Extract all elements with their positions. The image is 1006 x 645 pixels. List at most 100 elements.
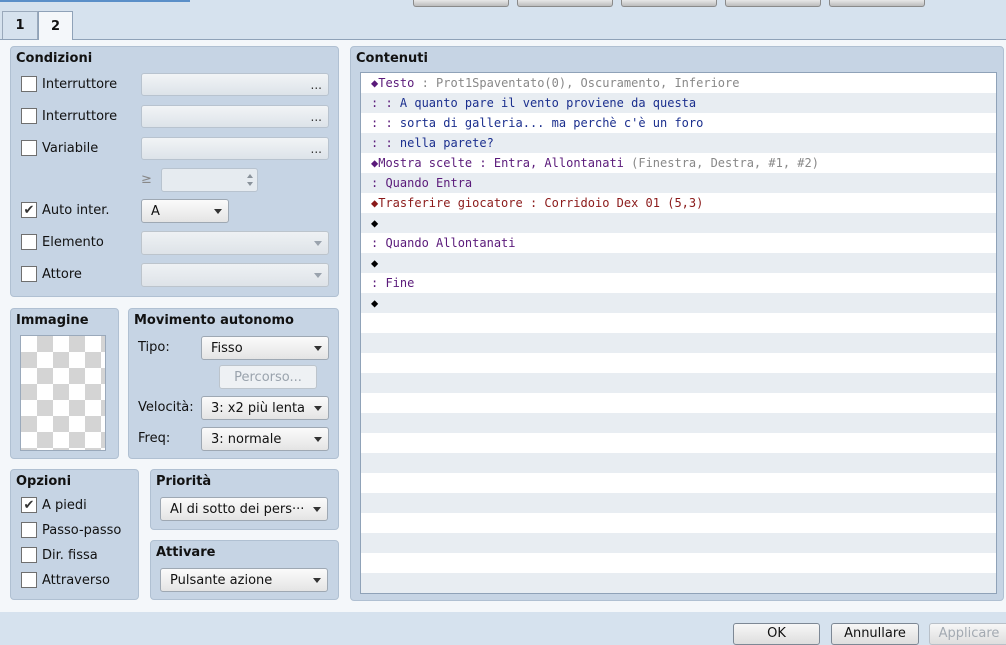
- trigger-select[interactable]: Pulsante azione: [160, 568, 328, 592]
- item-label: Elemento: [42, 234, 104, 250]
- actor-label: Attore: [42, 266, 82, 282]
- variable-label: Variabile: [42, 140, 99, 156]
- command-line[interactable]: ◆Testo : Prot1Spaventato(0), Oscuramento…: [371, 73, 739, 93]
- chevron-down-icon: [313, 578, 321, 583]
- actor-select[interactable]: [141, 263, 329, 287]
- autonomous-movement-group: Movimento autonomo Tipo: Fisso Percorso.…: [128, 308, 339, 459]
- command-segment: A quanto pare il vento proviene da quest…: [399, 96, 697, 110]
- event-command-list[interactable]: ◆Testo : Prot1Spaventato(0), Oscuramento…: [360, 72, 997, 594]
- speed-select[interactable]: 3: x2 più lenta: [201, 396, 329, 420]
- switch1-field[interactable]: ...: [141, 73, 329, 96]
- chevron-down-icon: [214, 209, 222, 214]
- command-line[interactable]: : : A quanto pare il vento proviene da q…: [371, 93, 696, 113]
- type-select[interactable]: Fisso: [201, 336, 329, 360]
- self-switch-label: Auto inter.: [42, 202, 110, 218]
- top-toolbar-button[interactable]: [517, 0, 613, 7]
- command-segment: Entra, Allontanati: [493, 156, 624, 170]
- top-toolbar-button[interactable]: [621, 0, 717, 7]
- self-switch-select[interactable]: A: [141, 199, 229, 223]
- stepping-checkbox[interactable]: [21, 522, 37, 538]
- command-line[interactable]: ◆: [371, 213, 378, 233]
- switch2-field[interactable]: ...: [141, 105, 329, 128]
- command-segment: :: [472, 156, 494, 170]
- command-line[interactable]: ◆: [371, 293, 378, 313]
- trigger-value: Pulsante azione: [170, 572, 273, 588]
- priority-group: Priorità Al di sotto dei pers···: [150, 469, 339, 530]
- walking-label: A piedi: [42, 497, 87, 513]
- command-line[interactable]: : : sorta di galleria... ma perchè c'è u…: [371, 113, 703, 133]
- chevron-down-icon: [314, 346, 322, 351]
- command-segment: : Quando Allontanati: [371, 236, 516, 250]
- item-checkbox[interactable]: [21, 234, 37, 250]
- command-line[interactable]: ◆: [371, 253, 378, 273]
- contents-title: Contenuti: [356, 51, 428, 66]
- tab-page-1[interactable]: 1: [2, 11, 38, 39]
- type-value: Fisso: [211, 340, 243, 356]
- command-line[interactable]: : Quando Entra: [371, 173, 472, 193]
- direction-fix-checkbox[interactable]: [21, 547, 37, 563]
- image-preview[interactable]: [20, 335, 106, 451]
- walking-checkbox[interactable]: ✔: [21, 497, 37, 513]
- variable-value-spinner[interactable]: [161, 168, 258, 192]
- command-segment: : :: [371, 96, 400, 110]
- spin-up-icon[interactable]: [247, 174, 253, 178]
- direction-fix-label: Dir. fissa: [42, 547, 98, 563]
- command-line[interactable]: ◆Mostra scelte : Entra, Allontanati (Fin…: [371, 153, 819, 173]
- image-group: Immagine: [10, 308, 119, 459]
- through-label: Attraverso: [42, 572, 110, 588]
- top-toolbar-button[interactable]: [413, 0, 509, 7]
- chevron-down-icon: [314, 241, 322, 246]
- top-tab-indicator: [0, 0, 190, 2]
- variable-checkbox[interactable]: [21, 140, 37, 156]
- command-segment: sorta di galleria... ma perchè c'è un fo…: [399, 116, 704, 130]
- command-segment: (Finestra, Destra, #1, #2): [623, 156, 819, 170]
- command-line[interactable]: : Quando Allontanati: [371, 233, 516, 253]
- route-button[interactable]: Percorso...: [219, 365, 317, 389]
- cancel-button[interactable]: Annullare: [831, 623, 919, 645]
- contents-group: Contenuti ◆Testo : Prot1Spaventato(0), O…: [350, 46, 1004, 601]
- options-title: Opzioni: [16, 474, 72, 489]
- trigger-group: Attivare Pulsante azione: [150, 540, 339, 600]
- command-segment: ◆Trasferire giocatore: [371, 196, 523, 210]
- chevron-down-icon: [314, 406, 322, 411]
- command-segment: : :: [371, 136, 400, 150]
- through-checkbox[interactable]: [21, 572, 37, 588]
- ellipsis-icon: ...: [310, 77, 322, 92]
- chevron-down-icon: [314, 437, 322, 442]
- command-segment: Prot1Spaventato(0), Oscuramento, Inferio…: [436, 76, 740, 90]
- command-line[interactable]: : : nella parete?: [371, 133, 494, 153]
- command-line[interactable]: : Fine: [371, 273, 414, 293]
- actor-checkbox[interactable]: [21, 266, 37, 282]
- tab-page-2[interactable]: 2: [38, 11, 73, 40]
- command-segment: :: [522, 196, 545, 210]
- priority-select[interactable]: Al di sotto dei pers···: [160, 497, 328, 521]
- image-title: Immagine: [16, 313, 89, 328]
- options-group: Opzioni ✔ A piedi Passo-passo Dir. fissa …: [10, 469, 139, 600]
- chevron-down-icon: [314, 273, 322, 278]
- ok-button[interactable]: OK: [733, 623, 820, 645]
- conditions-group: Condizioni Interruttore ... Interruttore…: [10, 46, 339, 297]
- item-select[interactable]: [141, 231, 329, 255]
- route-button-label: Percorso...: [234, 369, 302, 385]
- spin-down-icon[interactable]: [247, 182, 253, 186]
- switch1-checkbox[interactable]: [21, 76, 37, 92]
- freq-value: 3: normale: [211, 431, 282, 447]
- top-toolbar-button[interactable]: [829, 0, 925, 7]
- top-toolbar-button[interactable]: [725, 0, 821, 7]
- switch2-checkbox[interactable]: [21, 108, 37, 124]
- command-segment: ◆: [371, 296, 379, 310]
- conditions-title: Condizioni: [16, 51, 93, 66]
- event-page-panel: Condizioni Interruttore ... Interruttore…: [0, 39, 1006, 612]
- autonomous-movement-title: Movimento autonomo: [134, 313, 294, 328]
- command-line[interactable]: ◆Trasferire giocatore : Corridoio Dex 01…: [371, 193, 703, 213]
- priority-title: Priorità: [156, 474, 212, 489]
- command-segment: : Fine: [371, 276, 415, 290]
- speed-label: Velocità:: [138, 400, 194, 415]
- apply-button[interactable]: Applicare: [929, 623, 1006, 645]
- trigger-title: Attivare: [156, 545, 216, 560]
- command-segment: ◆Testo: [371, 76, 415, 90]
- command-segment: nella parete?: [399, 136, 494, 150]
- freq-select[interactable]: 3: normale: [201, 427, 329, 451]
- self-switch-checkbox[interactable]: ✔: [21, 202, 37, 218]
- variable-field[interactable]: ...: [141, 137, 329, 160]
